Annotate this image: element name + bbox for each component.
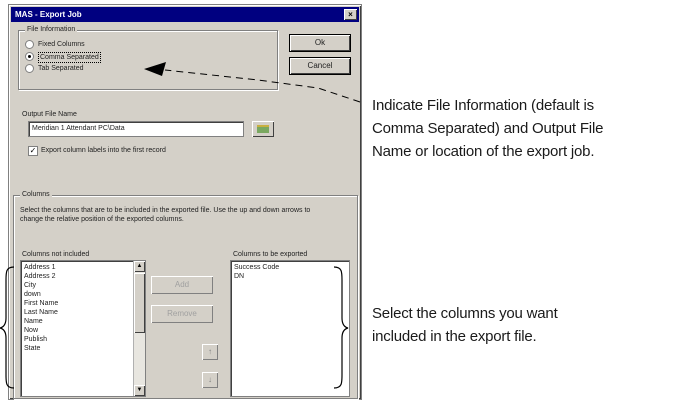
annotation-line: Name or location of the export job. <box>372 143 595 160</box>
right-curly-brace <box>333 266 349 389</box>
columns-annotation: Select the columns you want included in … <box>372 302 558 348</box>
pointer-arrowhead <box>144 62 166 76</box>
annotation-line: Indicate File Information (default is <box>372 97 594 114</box>
file-info-annotation: Indicate File Information (default is Co… <box>372 94 603 163</box>
dashed-pointer-line <box>164 69 361 103</box>
annotation-line: Comma Separated) and Output File <box>372 120 604 137</box>
annotation-overlay <box>0 62 361 389</box>
annotation-line: Select the columns you want <box>372 305 558 322</box>
left-curly-brace <box>0 266 15 389</box>
annotation-line: included in the export file. <box>372 328 537 345</box>
